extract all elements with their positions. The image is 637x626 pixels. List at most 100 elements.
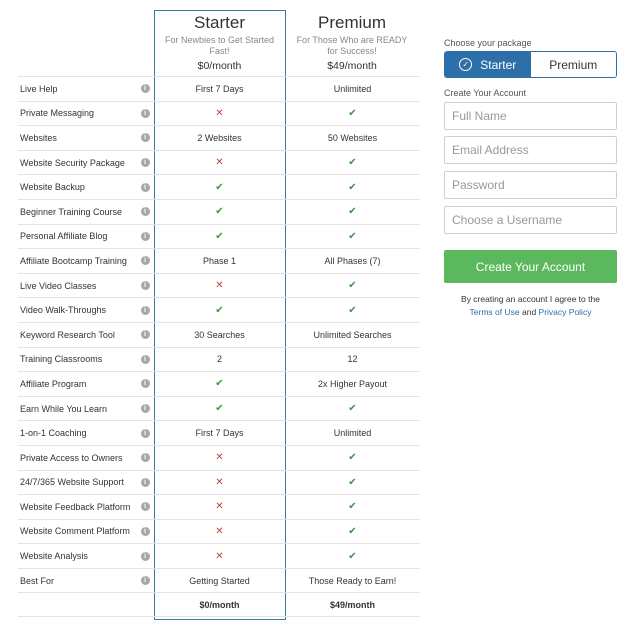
feature-label: Website Analysis (20, 551, 88, 562)
package-option-premium[interactable]: Premium (530, 52, 616, 77)
package-option-label: Premium (549, 57, 598, 72)
feature-row: Private Messaging i ✕ ✔ (18, 100, 420, 126)
starter-value: ✔ (154, 206, 285, 217)
check-icon: ✔ (348, 501, 357, 513)
check-icon: ✔ (348, 476, 357, 488)
starter-value: ✕ (154, 280, 285, 291)
info-button[interactable]: i (136, 182, 154, 192)
package-toggle[interactable]: ✓ Starter Premium (444, 51, 617, 78)
feature-row: Website Analysis i ✕ ✔ (18, 543, 420, 568)
feature-label: Private Messaging (20, 108, 95, 119)
info-button[interactable]: i (136, 551, 154, 561)
cell-value: Unlimited (333, 83, 372, 94)
info-button[interactable]: i (136, 305, 154, 315)
info-icon: i (140, 158, 150, 168)
info-button[interactable]: i (136, 526, 154, 536)
starter-value: ✔ (154, 231, 285, 242)
feature-label: Affiliate Bootcamp Training (20, 255, 127, 266)
terms-prefix: By creating an account I agree to the (461, 294, 600, 304)
starter-value: ✕ (154, 501, 285, 512)
info-button[interactable]: i (136, 84, 154, 94)
cell-value: Unlimited Searches (313, 329, 392, 340)
info-button[interactable]: i (136, 576, 154, 586)
create-account-button[interactable]: Create Your Account (444, 250, 617, 283)
feature-table: Live Help i First 7 Days Unlimited Private M… (18, 76, 420, 618)
full-name-input[interactable] (444, 102, 617, 130)
check-icon: ✔ (348, 107, 357, 119)
info-icon: i (140, 502, 150, 512)
info-button[interactable]: i (136, 256, 154, 266)
starter-value: ✔ (154, 403, 285, 414)
feature-row: Keyword Research Tool i 30 Searches Unlimit… (18, 321, 420, 347)
premium-value: ✔ (285, 157, 420, 168)
password-input[interactable] (444, 171, 617, 199)
cell-value: Those Ready to Earn! (308, 575, 397, 586)
info-button[interactable]: i (136, 477, 154, 487)
premium-value: ✔ (285, 403, 420, 414)
cell-value: First 7 Days (195, 83, 244, 94)
cell-value: Getting Started (189, 575, 250, 586)
info-icon: i (140, 404, 150, 414)
feature-label: Website Security Package (20, 157, 125, 168)
info-button[interactable]: i (136, 453, 154, 463)
premium-value: ✔ (285, 526, 420, 537)
info-icon: i (140, 576, 150, 586)
privacy-policy-link[interactable]: Privacy Policy (539, 307, 592, 317)
cross-icon: ✕ (215, 452, 224, 464)
info-button[interactable]: i (136, 281, 154, 291)
starter-value: 2 Websites (154, 133, 285, 143)
premium-value: ✔ (285, 280, 420, 291)
pricing-header-starter: Starter For Newbies to Get Started Fast!… (154, 0, 285, 76)
starter-value: ✕ (154, 157, 285, 168)
info-icon: i (140, 526, 150, 536)
premium-value: ✔ (285, 551, 420, 562)
feature-label: Video Walk-Throughs (20, 305, 107, 316)
info-icon: i (140, 330, 150, 340)
info-button[interactable]: i (136, 404, 154, 414)
terms-of-use-link[interactable]: Terms of Use (470, 307, 520, 317)
premium-value: 12 (285, 354, 420, 364)
plan-name-premium: Premium (317, 13, 386, 32)
info-button[interactable]: i (136, 379, 154, 389)
feature-label: Website Backup (20, 182, 85, 193)
info-button[interactable]: i (136, 330, 154, 340)
check-icon: ✔ (215, 304, 224, 316)
feature-label: Best For (20, 575, 55, 586)
check-icon: ✔ (348, 181, 357, 193)
cell-value: First 7 Days (195, 428, 244, 439)
premium-value: All Phases (7) (285, 256, 420, 266)
email-input[interactable] (444, 136, 617, 164)
check-icon: ✔ (215, 378, 224, 390)
info-button[interactable]: i (136, 133, 154, 143)
package-option-starter[interactable]: ✓ Starter (445, 52, 531, 77)
cell-value: 2 Websites (197, 132, 242, 143)
feature-label: Personal Affiliate Blog (20, 231, 108, 242)
cell-value: Phase 1 (202, 255, 237, 266)
info-button[interactable]: i (136, 158, 154, 168)
info-icon: i (140, 305, 150, 315)
check-icon: ✔ (215, 230, 224, 242)
username-input[interactable] (444, 206, 617, 234)
info-button[interactable]: i (136, 207, 154, 217)
info-button[interactable]: i (136, 502, 154, 512)
feature-row: Video Walk-Throughs i ✔ ✔ (18, 297, 420, 322)
premium-value: Unlimited (285, 428, 420, 438)
starter-value: ✕ (154, 551, 285, 562)
cell-value: Unlimited (333, 428, 372, 439)
info-icon: i (140, 231, 150, 241)
starter-value: ✕ (154, 526, 285, 537)
feature-label: Live Help (20, 83, 58, 94)
check-icon: ✔ (348, 550, 357, 562)
cell-value: 30 Searches (194, 329, 245, 340)
feature-row: 24/7/365 Website Support i ✕ ✔ (18, 469, 420, 495)
cross-icon: ✕ (215, 501, 224, 513)
info-icon: i (140, 207, 150, 217)
info-button[interactable]: i (136, 231, 154, 241)
info-button[interactable]: i (136, 354, 154, 364)
feature-label: Live Video Classes (20, 280, 97, 291)
premium-value: ✔ (285, 501, 420, 512)
feature-label: Beginner Training Course (20, 206, 123, 217)
info-icon: i (140, 379, 150, 389)
info-button[interactable]: i (136, 428, 154, 438)
info-button[interactable]: i (136, 108, 154, 118)
